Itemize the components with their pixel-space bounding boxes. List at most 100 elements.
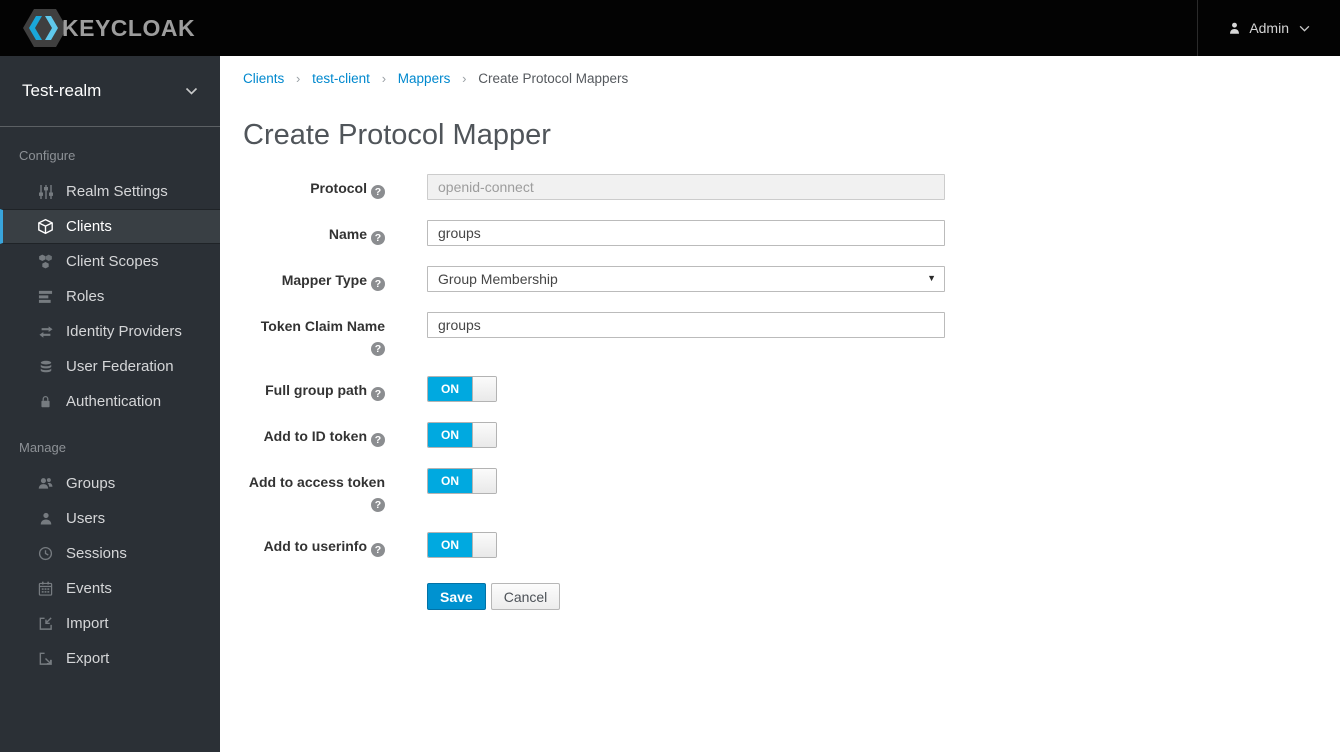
page-title: Create Protocol Mapper xyxy=(243,119,551,151)
export-icon xyxy=(37,650,54,667)
sidebar-item-label: Roles xyxy=(66,288,105,305)
sidebar-item-label: Export xyxy=(66,650,110,667)
lock-icon xyxy=(37,393,54,410)
add-to-userinfo-toggle[interactable]: ON xyxy=(427,532,497,558)
breadcrumb: Clients › test-client › Mappers › Create… xyxy=(243,71,1340,86)
toggle-handle xyxy=(472,533,496,557)
admin-user-menu[interactable]: Admin xyxy=(1197,0,1340,56)
cancel-button[interactable]: Cancel xyxy=(490,583,561,610)
sidebar-item-events[interactable]: Events xyxy=(0,571,220,606)
sidebar-item-import[interactable]: Import xyxy=(0,606,220,641)
main-content: Clients › test-client › Mappers › Create… xyxy=(220,56,1340,752)
sidebar-item-export[interactable]: Export xyxy=(0,641,220,676)
cube-icon xyxy=(37,218,54,235)
add-to-access-token-label: Add to access token? xyxy=(248,474,385,512)
sidebar-item-users[interactable]: Users xyxy=(0,501,220,536)
exchange-icon xyxy=(37,323,54,340)
sidebar-item-sessions[interactable]: Sessions xyxy=(0,536,220,571)
sidebar: Test-realm Configure Realm Settings Clie… xyxy=(0,56,220,752)
help-icon[interactable]: ? xyxy=(371,543,385,557)
user-icon xyxy=(1228,21,1241,35)
mapper-type-select[interactable]: Group Membership xyxy=(427,266,945,292)
nav-section-manage: Manage xyxy=(19,440,66,455)
toggle-handle xyxy=(472,377,496,401)
cubes-icon xyxy=(37,253,54,270)
protocol-field[interactable] xyxy=(427,174,945,200)
full-group-path-toggle[interactable]: ON xyxy=(427,376,497,402)
sidebar-item-client-scopes[interactable]: Client Scopes xyxy=(0,244,220,279)
help-icon[interactable]: ? xyxy=(371,498,385,512)
sidebar-item-realm-settings[interactable]: Realm Settings xyxy=(0,174,220,209)
top-header: KEYCLOAK Admin xyxy=(0,0,1340,56)
help-icon[interactable]: ? xyxy=(371,185,385,199)
clock-icon xyxy=(37,545,54,562)
toggle-handle xyxy=(472,423,496,447)
chevron-right-icon: › xyxy=(381,71,387,86)
add-to-id-token-toggle[interactable]: ON xyxy=(427,422,497,448)
breadcrumb-current: Create Protocol Mappers xyxy=(478,71,629,86)
sidebar-item-user-federation[interactable]: User Federation xyxy=(0,349,220,384)
name-field[interactable] xyxy=(427,220,945,246)
form-row-name: Name? xyxy=(243,220,1340,246)
sidebar-item-roles[interactable]: Roles xyxy=(0,279,220,314)
import-icon xyxy=(37,615,54,632)
form-actions: Save Cancel xyxy=(427,583,1340,610)
users-icon xyxy=(37,475,54,492)
help-icon[interactable]: ? xyxy=(371,342,385,356)
sidebar-item-groups[interactable]: Groups xyxy=(0,466,220,501)
form-row-add-to-id-token: Add to ID token? ON xyxy=(243,422,1340,448)
sidebar-item-label: User Federation xyxy=(66,358,174,375)
sidebar-item-authentication[interactable]: Authentication xyxy=(0,384,220,419)
help-icon[interactable]: ? xyxy=(371,433,385,447)
chevron-right-icon: › xyxy=(296,71,301,86)
realm-name: Test-realm xyxy=(22,81,102,100)
sliders-icon xyxy=(37,183,54,200)
keycloak-logo[interactable]: KEYCLOAK xyxy=(0,8,195,48)
token-claim-name-field[interactable] xyxy=(427,312,945,338)
sidebar-item-label: Users xyxy=(66,510,106,527)
breadcrumb-mappers[interactable]: Mappers xyxy=(398,71,451,86)
sidebar-item-label: Events xyxy=(66,580,112,597)
logo-text: KEYCLOAK xyxy=(62,14,196,41)
form-row-token-claim-name: Token Claim Name? xyxy=(243,312,1340,356)
chevron-down-icon xyxy=(1299,25,1310,32)
form-row-protocol: Protocol? xyxy=(243,174,1340,200)
add-to-id-token-label: Add to ID token? xyxy=(243,422,385,448)
sidebar-item-label: Import xyxy=(66,615,109,632)
help-icon[interactable]: ? xyxy=(371,231,385,245)
form-row-full-group-path: Full group path? ON xyxy=(243,376,1340,402)
chevron-right-icon: › xyxy=(462,71,467,86)
sidebar-item-label: Groups xyxy=(66,475,116,492)
add-to-access-token-toggle[interactable]: ON xyxy=(427,468,497,494)
protocol-label: Protocol? xyxy=(243,174,385,200)
form-row-mapper-type: Mapper Type? Group Membership ▼ xyxy=(243,266,1340,292)
list-icon xyxy=(37,288,54,305)
toggle-handle xyxy=(472,469,496,493)
realm-selector[interactable]: Test-realm xyxy=(0,56,220,127)
sidebar-item-label: Client Scopes xyxy=(66,253,159,270)
user-label: Admin xyxy=(1249,20,1289,36)
user-icon xyxy=(37,510,54,527)
help-icon[interactable]: ? xyxy=(371,277,385,291)
sidebar-item-label: Sessions xyxy=(66,545,127,562)
sidebar-item-label: Clients xyxy=(66,218,112,235)
sidebar-item-label: Authentication xyxy=(66,393,162,410)
form-row-add-to-access-token: Add to access token? ON xyxy=(243,468,1340,512)
sidebar-item-clients[interactable]: Clients xyxy=(0,209,220,244)
chevron-down-icon xyxy=(185,87,198,95)
full-group-path-label: Full group path? xyxy=(243,376,385,402)
nav-section-configure: Configure xyxy=(19,148,76,163)
breadcrumb-clients[interactable]: Clients xyxy=(243,71,284,86)
breadcrumb-test-client[interactable]: test-client xyxy=(312,71,370,86)
token-claim-name-label: Token Claim Name? xyxy=(260,318,385,356)
sidebar-item-label: Identity Providers xyxy=(66,323,182,340)
database-icon xyxy=(37,358,54,375)
sidebar-item-identity-providers[interactable]: Identity Providers xyxy=(0,314,220,349)
mapper-type-label: Mapper Type? xyxy=(243,266,385,292)
name-label: Name? xyxy=(243,220,385,246)
create-protocol-mapper-form: Protocol? Name? Mapper Type? Group Membe… xyxy=(243,174,1340,610)
save-button[interactable]: Save xyxy=(427,583,486,610)
sidebar-item-label: Realm Settings xyxy=(66,183,168,200)
form-row-add-to-userinfo: Add to userinfo? ON xyxy=(243,532,1340,558)
help-icon[interactable]: ? xyxy=(371,387,385,401)
